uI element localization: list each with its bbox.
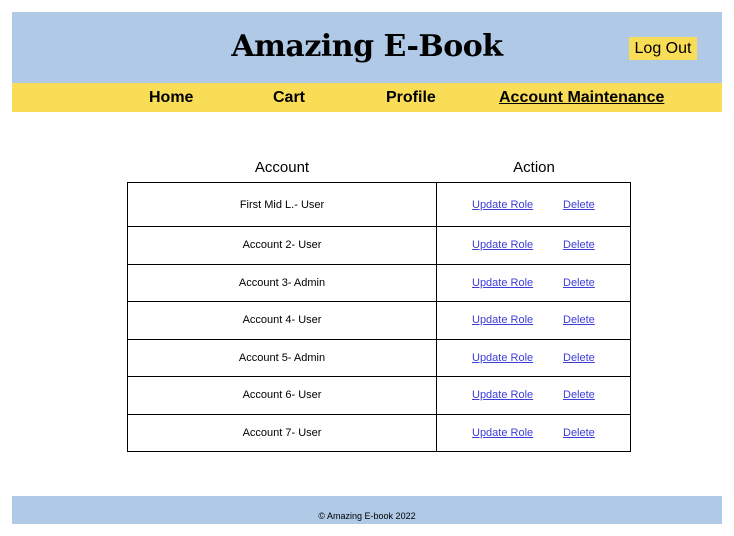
action-cell: Update Role Delete <box>437 377 630 414</box>
action-cell: Update Role Delete <box>437 302 630 339</box>
table-row: First Mid L.- User Update Role Delete <box>128 183 630 226</box>
account-cell: Account 7- User <box>128 414 437 451</box>
update-role-link[interactable]: Update Role <box>472 389 533 401</box>
delete-link[interactable]: Delete <box>563 199 595 211</box>
nav-profile[interactable]: Profile <box>386 83 436 112</box>
nav-bar: Home Cart Profile Account Maintenance <box>12 83 722 112</box>
table-row: Account 6- User Update Role Delete <box>128 376 630 414</box>
table-row: Account 7- User Update Role Delete <box>128 413 630 452</box>
account-cell: Account 4- User <box>128 302 437 339</box>
update-role-link[interactable]: Update Role <box>472 352 533 364</box>
table-row: Account 5- Admin Update Role Delete <box>128 338 630 377</box>
account-cell: Account 3- Admin <box>128 264 437 301</box>
nav-account-maintenance[interactable]: Account Maintenance <box>499 83 664 112</box>
action-cell: Update Role Delete <box>437 227 630 264</box>
update-role-link[interactable]: Update Role <box>472 199 533 211</box>
logout-button[interactable]: Log Out <box>629 37 697 60</box>
delete-link[interactable]: Delete <box>563 277 595 289</box>
update-role-link[interactable]: Update Role <box>472 239 533 251</box>
column-header-action: Action <box>513 159 555 176</box>
delete-link[interactable]: Delete <box>563 352 595 364</box>
column-header-account: Account <box>254 159 310 176</box>
header: Amazing E-Book Log Out <box>12 12 722 83</box>
delete-link[interactable]: Delete <box>563 239 595 251</box>
site-title: Amazing E-Book <box>231 29 503 64</box>
table-row: Account 4- User Update Role Delete <box>128 301 630 339</box>
update-role-link[interactable]: Update Role <box>472 277 533 289</box>
nav-cart[interactable]: Cart <box>273 83 305 112</box>
table-row: Account 3- Admin Update Role Delete <box>128 263 630 302</box>
action-cell: Update Role Delete <box>437 340 630 377</box>
account-cell: Account 6- User <box>128 377 437 414</box>
update-role-link[interactable]: Update Role <box>472 427 533 439</box>
accounts-table: First Mid L.- User Update Role Delete Ac… <box>127 182 631 452</box>
delete-link[interactable]: Delete <box>563 427 595 439</box>
delete-link[interactable]: Delete <box>563 314 595 326</box>
delete-link[interactable]: Delete <box>563 389 595 401</box>
action-cell: Update Role Delete <box>437 265 630 302</box>
account-cell: First Mid L.- User <box>128 183 437 226</box>
action-cell: Update Role Delete <box>437 183 630 226</box>
table-row: Account 2- User Update Role Delete <box>128 226 630 264</box>
update-role-link[interactable]: Update Role <box>472 314 533 326</box>
account-cell: Account 5- Admin <box>128 339 437 376</box>
nav-home[interactable]: Home <box>149 83 193 112</box>
footer: © Amazing E-book 2022 <box>12 496 722 524</box>
account-cell: Account 2- User <box>128 227 437 264</box>
action-cell: Update Role Delete <box>437 415 630 452</box>
